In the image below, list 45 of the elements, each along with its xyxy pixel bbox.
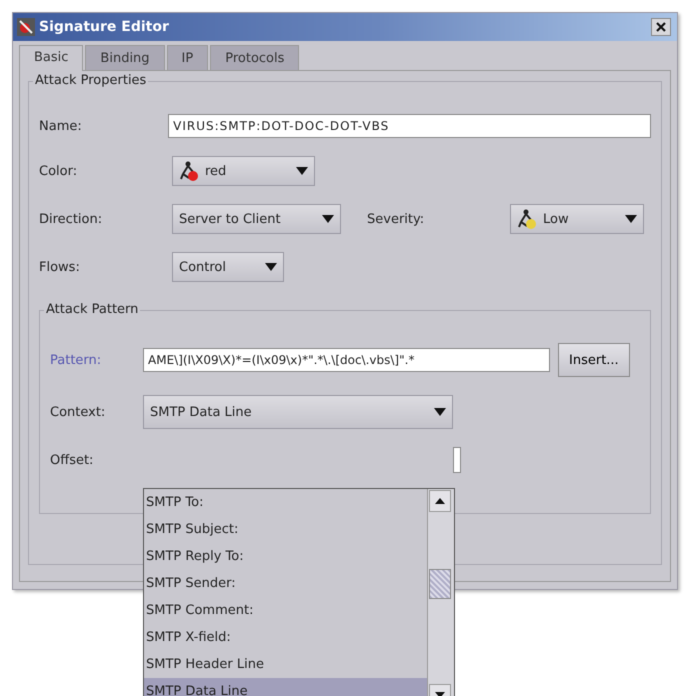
list-item[interactable]: SMTP Header Line bbox=[144, 651, 427, 678]
caret-icon bbox=[434, 408, 446, 416]
tab[interactable]: Protocols bbox=[210, 45, 300, 70]
list-item[interactable]: SMTP Reply To: bbox=[144, 543, 427, 570]
figure-icon bbox=[179, 160, 201, 182]
tab[interactable]: IP bbox=[166, 45, 208, 70]
offset-field[interactable] bbox=[453, 447, 461, 473]
figure-icon bbox=[517, 208, 539, 230]
direction-dropdown[interactable]: Server to Client bbox=[172, 204, 341, 234]
tab[interactable]: Binding bbox=[85, 45, 165, 70]
scrollbar[interactable] bbox=[427, 489, 454, 696]
scroll-up-button[interactable] bbox=[429, 490, 451, 512]
caret-icon bbox=[625, 215, 637, 223]
group-title: Attack Properties bbox=[33, 73, 148, 88]
insert-button[interactable]: Insert... bbox=[558, 343, 630, 377]
list-item[interactable]: SMTP To: bbox=[144, 489, 427, 516]
close-icon bbox=[656, 22, 666, 32]
caret-icon bbox=[296, 167, 308, 175]
field-label: Severity: bbox=[367, 212, 426, 226]
field-label: Pattern: bbox=[50, 352, 102, 368]
field-label: Color: bbox=[39, 164, 78, 178]
list-item[interactable]: SMTP Comment: bbox=[144, 597, 427, 624]
field-label: Flows: bbox=[39, 260, 81, 274]
list-item[interactable]: SMTP Subject: bbox=[144, 516, 427, 543]
caret-icon bbox=[322, 215, 334, 223]
pattern-field[interactable]: AME\](I\X09\X)*=(I\x09\x)*".*\.\[doc\.vbs\]".* bbox=[143, 348, 550, 372]
scroll-thumb[interactable] bbox=[429, 569, 451, 599]
window-title: Signature Editor bbox=[39, 19, 170, 35]
field-label: Context: bbox=[50, 404, 106, 420]
context-dropdown[interactable]: SMTP Data Line bbox=[143, 395, 453, 429]
close-button[interactable] bbox=[651, 18, 671, 36]
name-field[interactable]: VIRUS:SMTP:DOT-DOC-DOT-VBS bbox=[168, 114, 651, 138]
list-item[interactable]: SMTP Sender: bbox=[144, 570, 427, 597]
field-label: Direction: bbox=[39, 212, 104, 226]
list-item[interactable]: SMTP X-field: bbox=[144, 624, 427, 651]
tab[interactable]: Basic bbox=[19, 45, 84, 71]
app-icon bbox=[17, 18, 35, 36]
flows-dropdown[interactable]: Control bbox=[172, 252, 284, 282]
color-dropdown[interactable]: red bbox=[172, 156, 315, 186]
caret-icon bbox=[265, 263, 277, 271]
list-item[interactable]: SMTP Data Line bbox=[144, 678, 427, 696]
field-label: Name: bbox=[39, 118, 83, 134]
severity-dropdown[interactable]: Low bbox=[510, 204, 644, 234]
up-arrow-icon bbox=[435, 498, 445, 504]
field-label: Offset: bbox=[50, 452, 94, 468]
